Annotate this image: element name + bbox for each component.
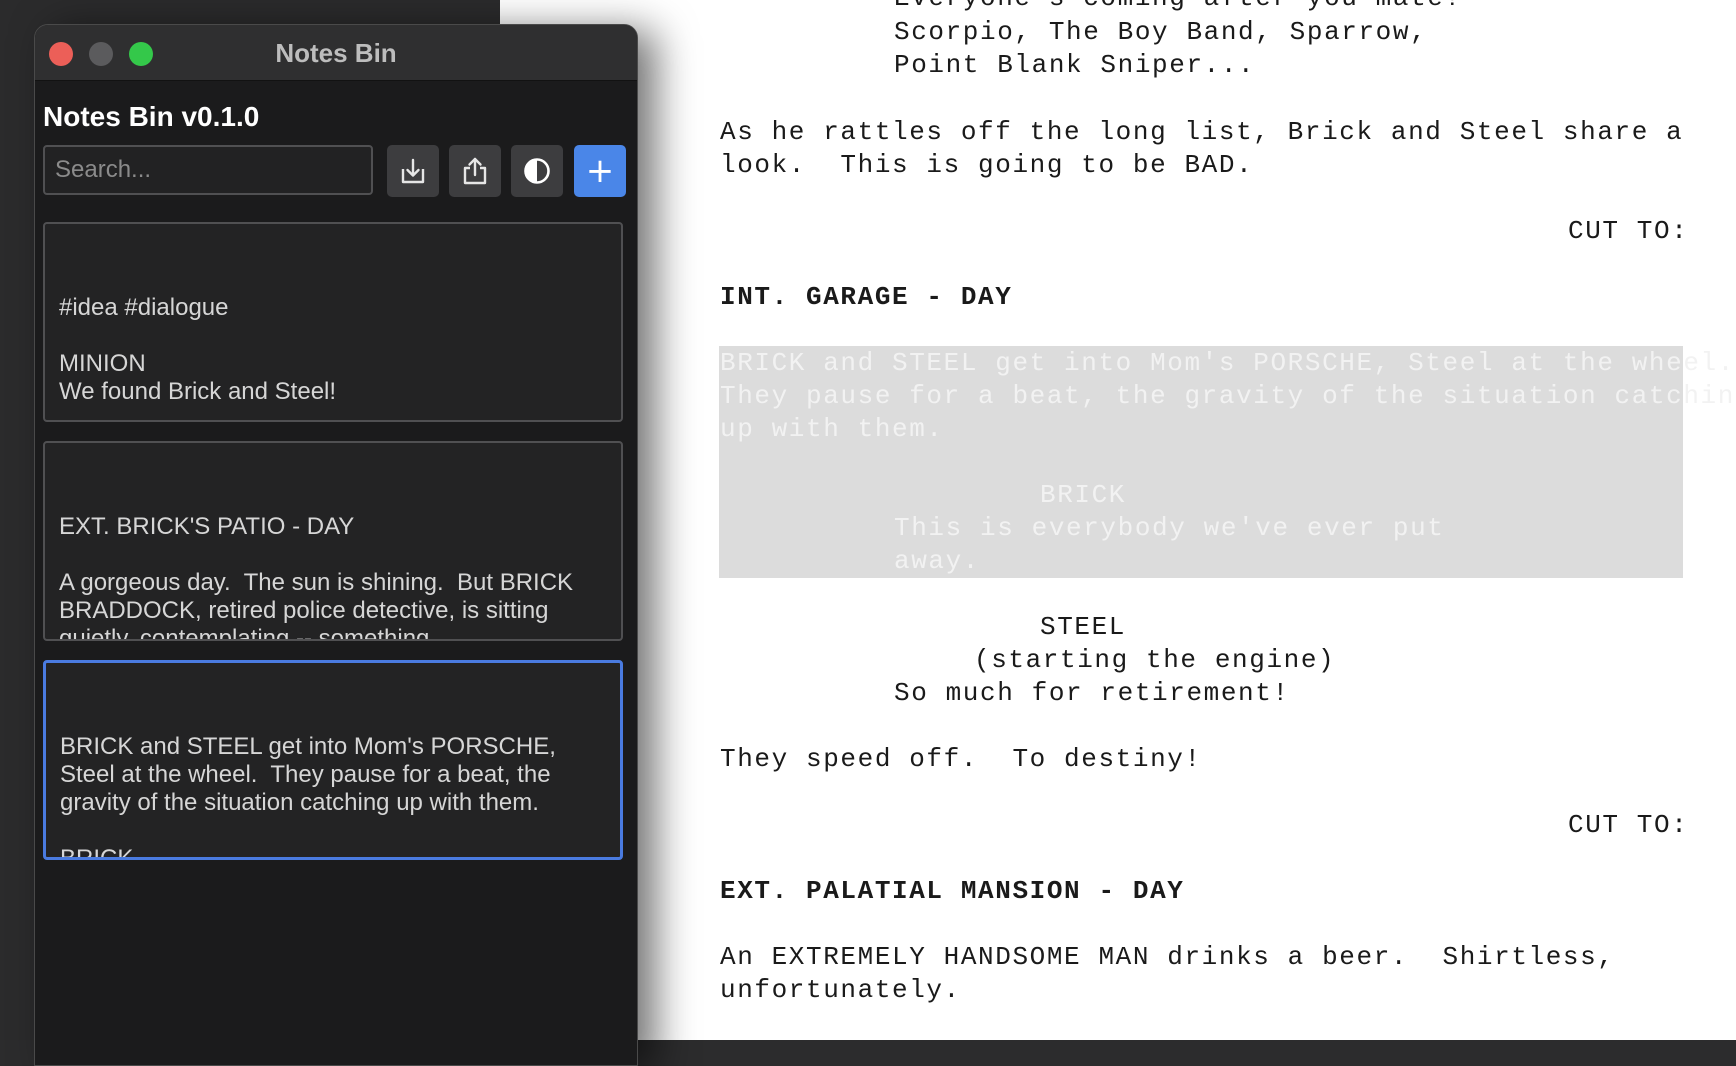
scene-heading: INT. GARAGE - DAY (720, 282, 1013, 312)
note-text: #idea #dialogue MINION We found Brick an… (59, 294, 337, 405)
selected-action-line: BRICK and STEEL get into Mom's PORSCHE, … (720, 348, 1735, 378)
selected-character-name: BRICK (1040, 480, 1127, 510)
export-button[interactable] (449, 145, 501, 197)
action-line: As he rattles off the long list, Brick a… (720, 117, 1684, 147)
screenplay-document[interactable]: Everyone's coming after you mate! Scorpi… (500, 0, 1736, 1040)
notes-bin-window: Notes Bin Notes Bin v0.1.0 Search... + #… (34, 24, 638, 1066)
selected-action-line: up with them. (720, 414, 944, 444)
window-title: Notes Bin (275, 38, 397, 68)
title-bar[interactable]: Notes Bin (35, 25, 637, 81)
dialogue-line: So much for retirement! (894, 678, 1290, 708)
dialogue-line: Scorpio, The Boy Band, Sparrow, (894, 17, 1428, 47)
search-input[interactable] (43, 145, 373, 195)
note-card[interactable]: #idea #dialogue MINION We found Brick an… (43, 222, 623, 422)
app-title: Notes Bin v0.1.0 (43, 101, 260, 132)
character-name: STEEL (1040, 612, 1127, 642)
parenthetical: (starting the engine) (974, 645, 1336, 675)
dialogue-line: Point Blank Sniper... (894, 50, 1256, 80)
transition-line: CUT TO: (1568, 810, 1689, 840)
add-note-button[interactable]: + (574, 145, 626, 197)
import-button[interactable] (387, 145, 439, 197)
note-text: BRICK and STEEL get into Mom's PORSCHE, … (60, 733, 556, 860)
action-line: An EXTREMELY HANDSOME MAN drinks a beer.… (720, 942, 1615, 972)
note-card[interactable]: EXT. BRICK'S PATIO - DAY A gorgeous day.… (43, 441, 623, 641)
selected-action-line: They pause for a beat, the gravity of th… (720, 381, 1736, 411)
transition-line: CUT TO: (1568, 216, 1689, 246)
action-line: unfortunately. (720, 975, 961, 1005)
note-text: EXT. BRICK'S PATIO - DAY A gorgeous day.… (59, 513, 574, 641)
note-card-selected[interactable]: BRICK and STEEL get into Mom's PORSCHE, … (43, 660, 623, 860)
selected-dialogue-line: This is everybody we've ever put (894, 513, 1445, 543)
import-icon (400, 157, 426, 185)
contrast-icon (523, 157, 551, 185)
action-line: look. This is going to be BAD. (720, 150, 1254, 180)
share-icon (462, 156, 488, 186)
plus-icon: + (585, 151, 615, 191)
theme-toggle-button[interactable] (511, 145, 563, 197)
selected-dialogue-line: away. (894, 546, 981, 576)
action-line: They speed off. To destiny! (720, 744, 1202, 774)
dialogue-line: Everyone's coming after you mate! (894, 0, 1462, 15)
scene-heading: EXT. PALATIAL MANSION - DAY (720, 876, 1185, 906)
